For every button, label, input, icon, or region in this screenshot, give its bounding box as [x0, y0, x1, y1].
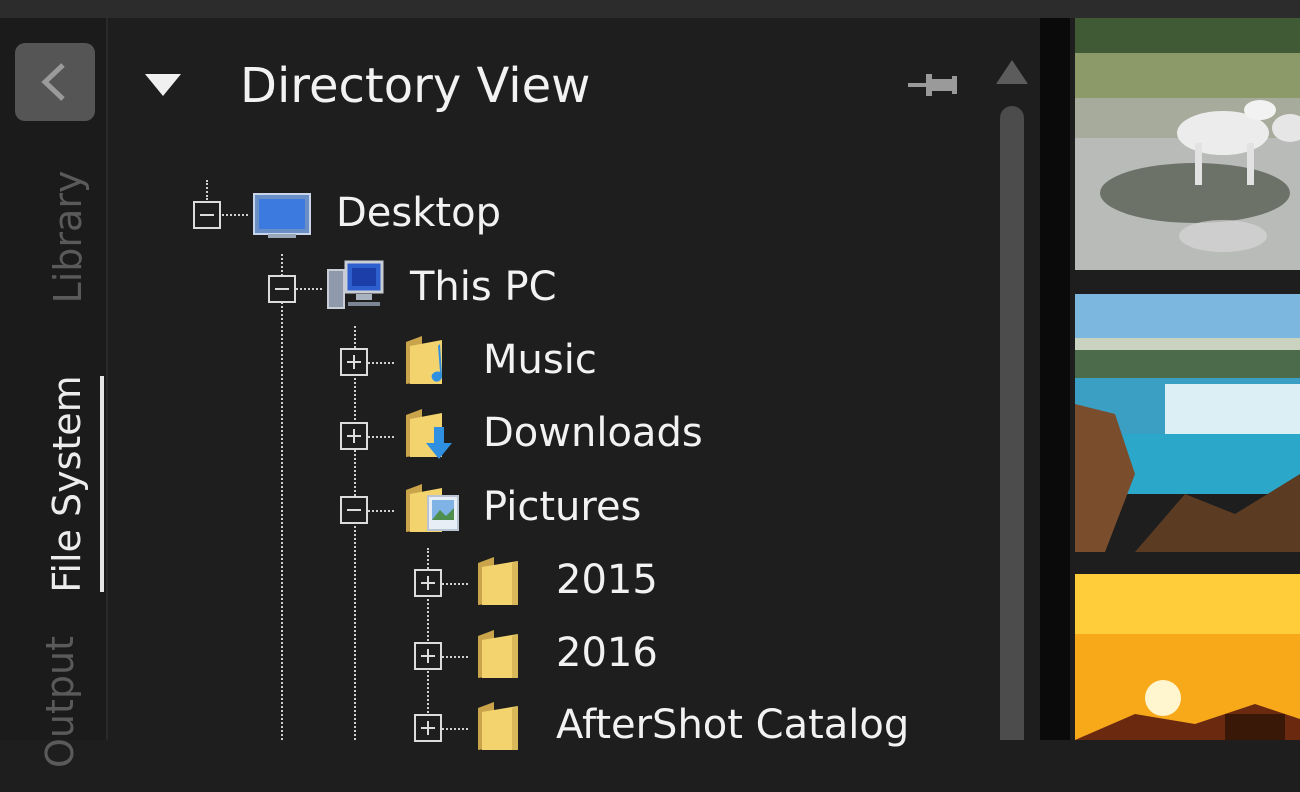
tree-item-desktop[interactable]: Desktop	[336, 190, 501, 236]
folder-icon	[478, 702, 518, 750]
aftershot-expand-toggle[interactable]	[414, 714, 442, 742]
active-tab-indicator	[100, 376, 104, 592]
panel-title: Directory View	[240, 58, 591, 114]
pictures-folder-icon	[406, 484, 459, 532]
music-folder-icon	[406, 336, 442, 384]
tree-item-downloads[interactable]: Downloads	[483, 410, 703, 456]
tab-file-system[interactable]: File System	[45, 354, 89, 614]
desktop-collapse-toggle[interactable]	[193, 201, 221, 229]
computer-icon	[327, 260, 384, 309]
tab-library[interactable]: Library	[46, 127, 90, 347]
folder-icon	[478, 557, 518, 605]
collapse-sidebar-button[interactable]	[15, 43, 95, 121]
scroll-up-arrow[interactable]	[996, 60, 1028, 84]
folder-2015-expand-toggle[interactable]	[414, 569, 442, 597]
tree-line	[222, 214, 248, 216]
folder-2016-expand-toggle[interactable]	[414, 642, 442, 670]
thumbnail-sunset[interactable]	[1075, 574, 1300, 740]
tree-item-pictures[interactable]: Pictures	[483, 484, 641, 530]
this-pc-collapse-toggle[interactable]	[268, 275, 296, 303]
music-expand-toggle[interactable]	[340, 348, 368, 376]
triangle-down-icon[interactable]	[145, 74, 181, 96]
pictures-collapse-toggle[interactable]	[340, 496, 368, 524]
tree-line	[368, 436, 394, 438]
tree-item-2016[interactable]: 2016	[556, 630, 658, 676]
thumbnail-waterfall[interactable]	[1075, 294, 1300, 552]
tree-line	[368, 362, 394, 364]
downloads-folder-icon	[406, 409, 452, 459]
tree-line	[206, 180, 208, 200]
monitor-icon	[253, 193, 311, 238]
tree-line	[368, 510, 394, 512]
pin-icon[interactable]	[906, 66, 960, 104]
folder-icon	[478, 630, 518, 678]
tree-line	[442, 728, 468, 730]
tab-output[interactable]: Output	[38, 612, 82, 792]
tree-item-this-pc[interactable]: This PC	[410, 264, 557, 310]
thumbnail-horse[interactable]	[1075, 18, 1300, 270]
tree-line	[442, 656, 468, 658]
tree-item-aftershot-catalog[interactable]: AfterShot Catalog	[556, 702, 926, 748]
tree-item-2015[interactable]: 2015	[556, 557, 658, 603]
tree-line	[354, 326, 356, 740]
scrollbar-thumb[interactable]	[1000, 106, 1024, 740]
tree-line	[296, 288, 322, 290]
panel-separator	[1040, 18, 1070, 740]
tree-item-music[interactable]: Music	[483, 337, 597, 383]
tree-line	[281, 254, 283, 740]
tree-line	[442, 583, 468, 585]
top-bar	[0, 0, 1300, 18]
chevron-left-icon	[41, 63, 65, 101]
downloads-expand-toggle[interactable]	[340, 422, 368, 450]
